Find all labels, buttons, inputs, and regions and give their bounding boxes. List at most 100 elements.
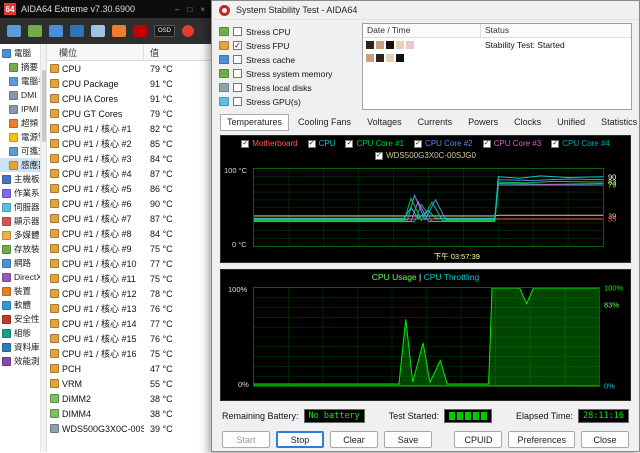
monitor-icon[interactable] bbox=[49, 25, 63, 37]
tree-item[interactable]: 效能測試 bbox=[0, 354, 40, 368]
sensor-row[interactable]: CPU #1 / 核心 #1675 °C bbox=[47, 346, 211, 361]
sensor-row[interactable]: VRM55 °C bbox=[47, 376, 211, 391]
file-icon[interactable] bbox=[7, 25, 21, 37]
tree-item[interactable]: 主機板 bbox=[0, 172, 40, 186]
legend-item[interactable]: ✓CPU bbox=[308, 139, 336, 148]
sensor-row[interactable]: CPU #1 / 核心 #384 °C bbox=[47, 151, 211, 166]
tree-item[interactable]: 網路 bbox=[0, 256, 40, 270]
legend-item[interactable]: ✓CPU Core #4 bbox=[551, 139, 610, 148]
sensor-row[interactable]: CPU #1 / 核心 #884 °C bbox=[47, 226, 211, 241]
tab-unified[interactable]: Unified bbox=[550, 114, 592, 131]
record-icon[interactable] bbox=[182, 25, 194, 37]
tree-item[interactable]: IPMI bbox=[0, 102, 40, 116]
tree-item[interactable]: 感應器 bbox=[0, 158, 40, 172]
tree-item[interactable]: 裝置 bbox=[0, 284, 40, 298]
tab-temperatures[interactable]: Temperatures bbox=[220, 114, 289, 131]
log-status-header[interactable]: Status bbox=[481, 24, 513, 37]
stress-option-checkbox[interactable] bbox=[233, 69, 242, 78]
legend-checkbox[interactable]: ✓ bbox=[375, 152, 383, 160]
save-button[interactable]: Save bbox=[384, 431, 432, 448]
sensor-row[interactable]: CPU Package91 °C bbox=[47, 76, 211, 91]
legend-checkbox[interactable]: ✓ bbox=[483, 140, 491, 148]
sensor-row[interactable]: DIMM438 °C bbox=[47, 406, 211, 421]
legend-item[interactable]: ✓Motherboard bbox=[241, 139, 297, 148]
sensor-row[interactable]: CPU #1 / 核心 #1278 °C bbox=[47, 286, 211, 301]
sensor-row[interactable]: CPU #1 / 核心 #487 °C bbox=[47, 166, 211, 181]
legend-checkbox[interactable]: ✓ bbox=[241, 140, 249, 148]
tree-scrollbar[interactable] bbox=[40, 44, 47, 452]
sensor-row[interactable]: CPU IA Cores91 °C bbox=[47, 91, 211, 106]
tab-currents[interactable]: Currents bbox=[411, 114, 460, 131]
tree-item[interactable]: 電源管理 bbox=[0, 130, 40, 144]
stress-option-checkbox[interactable]: ✓ bbox=[233, 41, 242, 50]
tree-item[interactable]: 安全性 bbox=[0, 312, 40, 326]
devices-icon[interactable] bbox=[91, 25, 105, 37]
tree-item[interactable]: 組態 bbox=[0, 326, 40, 340]
tree-item[interactable]: 多媒體 bbox=[0, 228, 40, 242]
tree-item[interactable]: DirectX bbox=[0, 270, 40, 284]
minimize-button[interactable]: – bbox=[175, 5, 179, 14]
report-icon[interactable] bbox=[28, 25, 42, 37]
gauge-icon[interactable] bbox=[133, 25, 147, 37]
sensor-row[interactable]: CPU #1 / 核心 #1175 °C bbox=[47, 271, 211, 286]
tree-item[interactable]: 摘要 bbox=[0, 60, 40, 74]
maximize-button[interactable]: □ bbox=[187, 5, 192, 14]
legend-item[interactable]: ✓CPU Core #1 bbox=[345, 139, 404, 148]
legend-checkbox[interactable]: ✓ bbox=[345, 140, 353, 148]
legend-item[interactable]: ✓WDS500G3X0C-00SJG0 bbox=[375, 151, 476, 160]
sensor-row[interactable]: CPU79 °C bbox=[47, 61, 211, 76]
tree-item[interactable]: 軟體 bbox=[0, 298, 40, 312]
tab-cooling-fans[interactable]: Cooling Fans bbox=[291, 114, 358, 131]
stress-option[interactable]: Stress cache bbox=[219, 53, 355, 66]
tree-item[interactable]: 伺服器 bbox=[0, 200, 40, 214]
osd-button[interactable]: OSD bbox=[154, 25, 175, 37]
flame-icon[interactable] bbox=[112, 25, 126, 37]
sensor-row[interactable]: CPU #1 / 核心 #1576 °C bbox=[47, 331, 211, 346]
tree-item[interactable]: DMI bbox=[0, 88, 40, 102]
value-column-header[interactable]: 值 bbox=[144, 46, 159, 59]
sensor-row[interactable]: WDS500G3X0C-00SJG039 °C bbox=[47, 421, 211, 436]
field-column-header[interactable]: 欄位 bbox=[47, 44, 144, 60]
legend-checkbox[interactable]: ✓ bbox=[414, 140, 422, 148]
close-button[interactable]: × bbox=[200, 5, 205, 14]
tree-item[interactable]: 可攜式電腦 bbox=[0, 144, 40, 158]
stress-option[interactable]: Stress system memory bbox=[219, 67, 355, 80]
tree-item[interactable]: 資料庫 bbox=[0, 340, 40, 354]
stress-option-checkbox[interactable] bbox=[233, 27, 242, 36]
sensor-row[interactable]: CPU #1 / 核心 #586 °C bbox=[47, 181, 211, 196]
stress-option[interactable]: ✓Stress FPU bbox=[219, 39, 355, 52]
close-button[interactable]: Close bbox=[581, 431, 629, 448]
sensor-row[interactable]: CPU #1 / 核心 #690 °C bbox=[47, 196, 211, 211]
tree-item[interactable]: 作業系統 bbox=[0, 186, 40, 200]
legend-item[interactable]: ✓CPU Core #2 bbox=[414, 139, 473, 148]
tree-item[interactable]: 電腦名稱 bbox=[0, 74, 40, 88]
tree-scrollbar-thumb[interactable] bbox=[42, 70, 46, 142]
tab-voltages[interactable]: Voltages bbox=[360, 114, 409, 131]
tree-item[interactable]: 電腦 bbox=[0, 46, 40, 60]
sensor-row[interactable]: CPU GT Cores79 °C bbox=[47, 106, 211, 121]
tab-statistics[interactable]: Statistics bbox=[594, 114, 640, 131]
legend-checkbox[interactable]: ✓ bbox=[551, 140, 559, 148]
tab-clocks[interactable]: Clocks bbox=[507, 114, 548, 131]
stress-option-checkbox[interactable] bbox=[233, 97, 242, 106]
remote-monitor-icon[interactable] bbox=[70, 25, 84, 37]
sensor-row[interactable]: CPU #1 / 核心 #787 °C bbox=[47, 211, 211, 226]
sst-titlebar[interactable]: System Stability Test - AIDA64 bbox=[212, 1, 639, 20]
cpuid-button[interactable]: CPUID bbox=[454, 431, 502, 448]
tree-item[interactable]: 存放裝置 bbox=[0, 242, 40, 256]
stress-option[interactable]: Stress CPU bbox=[219, 25, 355, 38]
sensor-row[interactable]: CPU #1 / 核心 #975 °C bbox=[47, 241, 211, 256]
legend-checkbox[interactable]: ✓ bbox=[308, 140, 316, 148]
main-titlebar[interactable]: 64 AIDA64 Extreme v7.30.6900 – □ × bbox=[0, 0, 211, 18]
stress-option-checkbox[interactable] bbox=[233, 83, 242, 92]
stress-option[interactable]: Stress GPU(s) bbox=[219, 95, 355, 108]
start-button[interactable]: Start bbox=[222, 431, 270, 448]
stress-option[interactable]: Stress local disks bbox=[219, 81, 355, 94]
sensor-row[interactable]: CPU #1 / 核心 #285 °C bbox=[47, 136, 211, 151]
tree-item[interactable]: 超頻 bbox=[0, 116, 40, 130]
sensor-row[interactable]: CPU #1 / 核心 #1376 °C bbox=[47, 301, 211, 316]
tree-item[interactable]: 顯示器 bbox=[0, 214, 40, 228]
sensor-row[interactable]: DIMM238 °C bbox=[47, 391, 211, 406]
sensor-row[interactable]: CPU #1 / 核心 #1077 °C bbox=[47, 256, 211, 271]
clear-button[interactable]: Clear bbox=[330, 431, 378, 448]
